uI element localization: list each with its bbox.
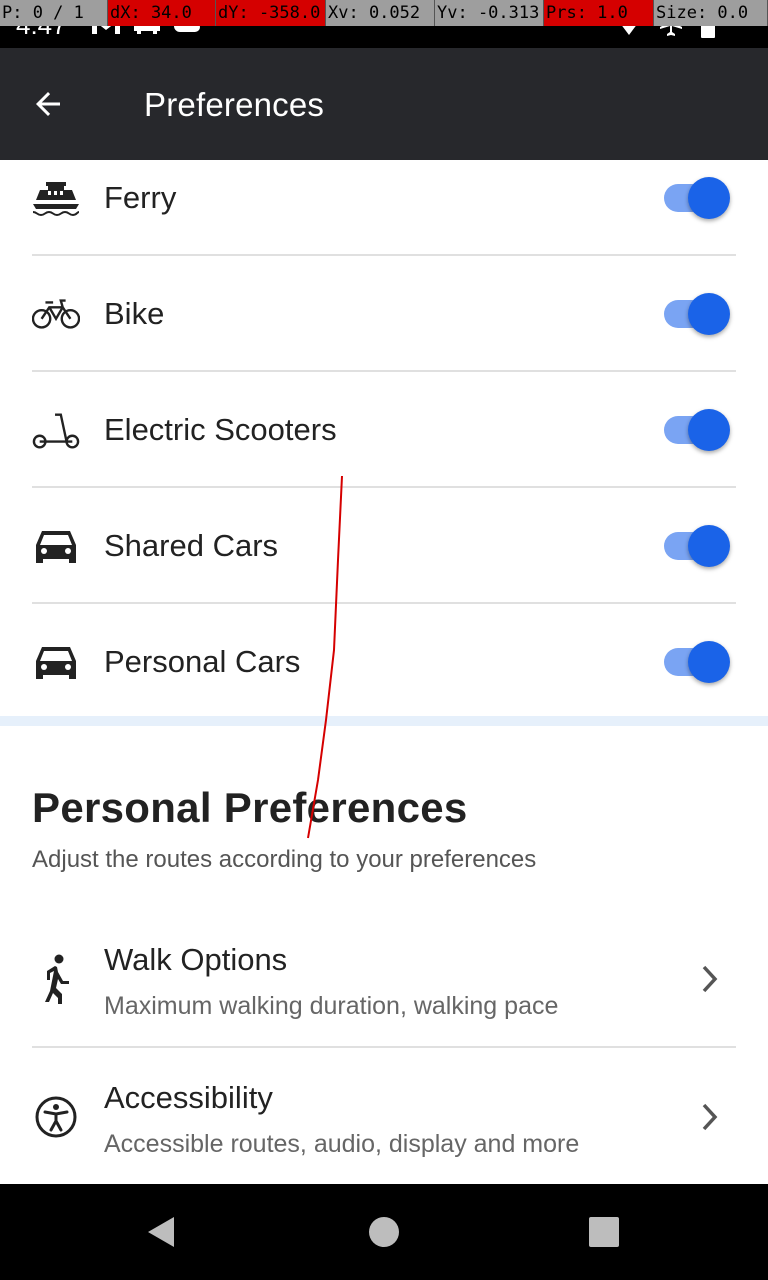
accessibility-icon: [32, 1091, 80, 1143]
walk-options-description: Maximum walking duration, walking pace: [104, 992, 559, 1020]
home-circle-icon[interactable]: [366, 1214, 402, 1250]
debug-dx: dX: 34.0: [108, 0, 216, 26]
debug-pointer-count: P: 0 / 1: [0, 0, 108, 26]
ferry-toggle[interactable]: [664, 177, 730, 219]
recents-square-icon[interactable]: [586, 1214, 622, 1250]
debug-xv: Xv: 0.052: [326, 0, 435, 26]
scooter-icon: [32, 406, 80, 454]
transport-row-personal-cars: Personal Cars: [32, 604, 736, 720]
personal-cars-label: Personal Cars: [104, 644, 301, 679]
accessibility-row[interactable]: Accessibility Accessible routes, audio, …: [32, 1048, 736, 1186]
back-triangle-icon[interactable]: [144, 1214, 180, 1250]
transport-row-shared-cars: Shared Cars: [32, 488, 736, 604]
electric-scooters-label: Electric Scooters: [104, 412, 337, 447]
ferry-icon: [32, 174, 80, 222]
debug-dy: dY: -358.0: [216, 0, 326, 26]
section-separator: [0, 716, 768, 726]
debug-yv: Yv: -0.313: [435, 0, 544, 26]
debug-pressure: Prs: 1.0: [544, 0, 654, 26]
walk-options-title: Walk Options: [104, 942, 288, 977]
page-title: Preferences: [144, 86, 325, 123]
bike-icon: [32, 290, 80, 338]
personal-cars-toggle[interactable]: [664, 641, 730, 683]
transport-row-electric-scooters: Electric Scooters: [32, 372, 736, 488]
walk-options-row[interactable]: Walk Options Maximum walking duration, w…: [32, 910, 736, 1048]
transport-row-ferry: Ferry: [32, 140, 736, 256]
walk-icon: [32, 953, 80, 1005]
car-icon: [32, 638, 80, 686]
arrow-back-icon: [36, 92, 60, 116]
car-icon: [32, 522, 80, 570]
back-button[interactable]: [24, 80, 72, 128]
system-nav-bar: [0, 1184, 768, 1280]
pointer-debug-overlay: P: 0 / 1 dX: 34.0 dY: -358.0 Xv: 0.052 Y…: [0, 0, 768, 26]
shared-cars-toggle[interactable]: [664, 525, 730, 567]
accessibility-description: Accessible routes, audio, display and mo…: [104, 1130, 580, 1158]
section-title: Personal Preferences: [32, 784, 468, 831]
transport-row-bike: Bike: [32, 256, 736, 372]
section-subtitle: Adjust the routes according to your pref…: [32, 846, 537, 873]
ferry-label: Ferry: [104, 180, 177, 215]
chevron-right-icon: [702, 1103, 718, 1131]
chevron-right-icon: [702, 965, 718, 993]
bike-toggle[interactable]: [664, 293, 730, 335]
shared-cars-label: Shared Cars: [104, 528, 279, 563]
bike-label: Bike: [104, 296, 165, 331]
accessibility-title: Accessibility: [104, 1080, 273, 1115]
electric-scooters-toggle[interactable]: [664, 409, 730, 451]
debug-size: Size: 0.0: [654, 0, 768, 26]
